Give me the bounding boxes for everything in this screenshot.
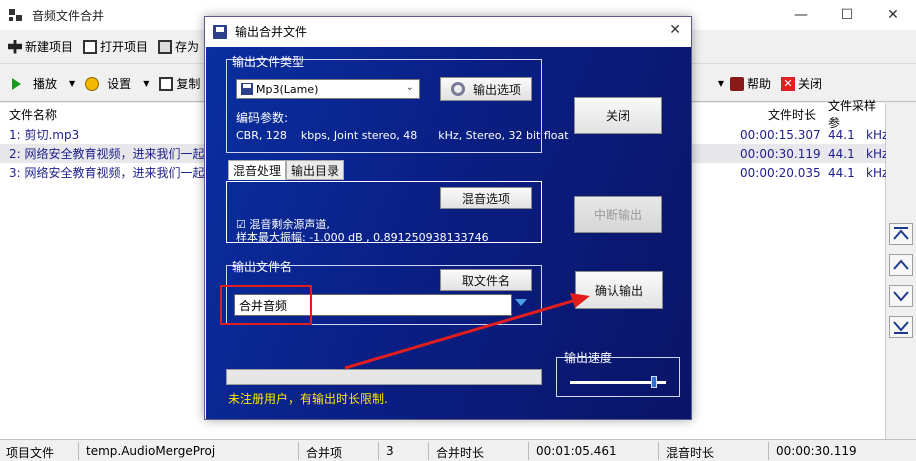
mix-options-button[interactable]: 混音选项 — [440, 187, 532, 209]
new-project-button[interactable]: 新建项目 — [4, 34, 77, 60]
new-project-icon — [8, 39, 22, 54]
format-select[interactable]: Mp3(Lame) ⌄ — [236, 79, 420, 99]
move-top-icon — [893, 227, 909, 240]
encode-value: CBR, 128 kbps, Joint stereo, 48 kHz, Ste… — [236, 129, 569, 142]
status-items-value: 3 — [386, 444, 394, 458]
unregistered-warning: 未注册用户，有输出时长限制. — [228, 392, 388, 406]
output-type-label: 输出文件类型 — [232, 55, 305, 69]
minimize-button[interactable]: — — [778, 0, 824, 30]
play-icon — [12, 77, 21, 90]
status-total-value: 00:01:05.461 — [536, 444, 617, 458]
header-duration[interactable]: 文件时长 — [740, 106, 816, 123]
open-folder-icon — [83, 39, 98, 54]
settings-icon — [85, 76, 100, 91]
filename-dropdown-icon[interactable] — [515, 299, 527, 306]
mix-tabs: 混音处理 输出目录 — [228, 160, 345, 180]
window-title: 音频文件合并 — [32, 8, 105, 23]
output-filename-label: 输出文件名 — [232, 260, 293, 274]
save-icon — [158, 39, 173, 54]
help-book-icon — [729, 76, 744, 91]
help-dropdown-icon[interactable]: ▼ — [718, 79, 724, 88]
output-progress-bar — [226, 369, 542, 385]
move-up-icon — [893, 259, 909, 270]
move-bottom-icon — [893, 321, 909, 334]
status-items-label: 合并项 — [306, 446, 343, 460]
dialog-body: 输出文件类型 Mp3(Lame) ⌄ 输出选项 编码参数: CBR, 128 k… — [206, 47, 691, 419]
close-window-button[interactable]: ✕ — [870, 0, 916, 30]
status-project-label: 项目文件 — [6, 446, 55, 460]
open-project-button[interactable]: 打开项目 — [79, 34, 152, 60]
app-icon — [8, 7, 24, 23]
settings-button[interactable]: 设置 ▼ — [81, 71, 153, 97]
copy-icon — [159, 76, 174, 91]
get-filename-button[interactable]: 取文件名 — [440, 269, 532, 291]
status-mix-label: 混音时长 — [666, 446, 715, 460]
tab-mix[interactable]: 混音处理 — [228, 160, 287, 180]
move-top-button[interactable] — [889, 223, 913, 245]
header-file-name[interactable]: 文件名称 — [9, 106, 57, 123]
help-button[interactable]: ▼ 帮助 — [714, 71, 775, 97]
dialog-title-bar: 输出合并文件 ✕ — [205, 17, 691, 46]
close-button[interactable]: ✕ 关闭 — [777, 71, 826, 97]
status-mix-value: 00:00:30.119 — [776, 444, 857, 458]
chevron-down-icon: ⌄ — [405, 82, 414, 93]
speed-label: 输出速度 — [564, 351, 613, 365]
close-dialog-button[interactable]: 关闭 — [574, 97, 662, 134]
move-up-button[interactable] — [889, 254, 913, 276]
play-dropdown-icon[interactable]: ▼ — [69, 79, 75, 88]
move-down-button[interactable] — [889, 285, 913, 307]
status-total-label: 合并时长 — [436, 446, 485, 460]
move-bottom-button[interactable] — [889, 316, 913, 338]
tab-output-dir[interactable]: 输出目录 — [286, 160, 345, 180]
interrupt-output-button[interactable]: 中断输出 — [574, 196, 662, 233]
floppy-disk-icon — [213, 24, 227, 39]
status-project-value: temp.AudioMergeProj — [86, 444, 216, 458]
output-options-button[interactable]: 输出选项 — [440, 77, 532, 101]
output-merge-dialog: 输出合并文件 ✕ 输出文件类型 Mp3(Lame) ⌄ 输出选项 编码参数: C… — [204, 16, 692, 420]
dialog-close-icon[interactable]: ✕ — [669, 22, 681, 38]
status-bar: 项目文件 temp.AudioMergeProj 合并项 3 合并时长 00:0… — [0, 439, 916, 461]
copy-button[interactable]: 复制 — [155, 71, 204, 97]
highlight-box — [220, 285, 312, 325]
speed-slider-thumb[interactable] — [651, 376, 658, 388]
move-down-icon — [893, 291, 909, 302]
play-button[interactable]: 播放 ▼ — [8, 71, 79, 97]
save-as-button[interactable]: 存为 — [154, 34, 203, 60]
format-disk-icon — [241, 83, 253, 95]
gear-icon — [450, 82, 465, 96]
encode-label: 编码参数: — [236, 111, 289, 125]
close-x-icon: ✕ — [780, 76, 795, 91]
confirm-output-button[interactable]: 确认输出 — [575, 271, 663, 309]
max-amplitude-text: 样本最大振幅: -1.000 dB , 0.891250938133746 — [236, 231, 489, 244]
dialog-title: 输出合并文件 — [235, 25, 308, 39]
settings-dropdown-icon[interactable]: ▼ — [143, 79, 149, 88]
side-reorder-panel — [886, 103, 916, 439]
maximize-button[interactable]: ☐ — [824, 0, 870, 30]
